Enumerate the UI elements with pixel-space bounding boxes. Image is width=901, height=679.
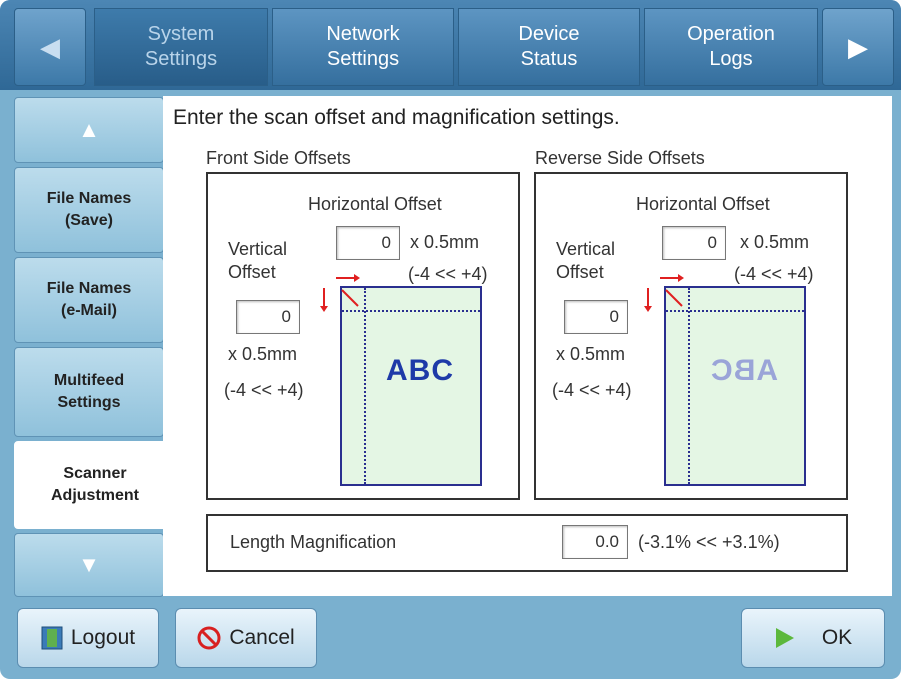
vertical-range-label: (-4 << +4) xyxy=(552,380,632,400)
horizontal-unit-label: x 0.5mm xyxy=(410,232,480,252)
sidebar-item-file-names-email[interactable]: File Names (e-Mail) xyxy=(14,257,164,343)
app-window: ◀ System Settings Network Settings Devic… xyxy=(0,0,901,679)
vertical-offset-label: Vertical Offset xyxy=(556,239,616,283)
reverse-side-title: Reverse Side Offsets xyxy=(535,148,705,168)
tab-operation-logs[interactable]: Operation Logs xyxy=(644,8,818,86)
front-side-offsets-box: Horizontal Offset x 0.5mm (-4 << +4) Ver… xyxy=(206,172,520,500)
tab-scroll-right-button[interactable]: ▶ xyxy=(822,8,894,86)
triangle-left-icon: ◀ xyxy=(40,31,60,62)
content-panel: Enter the scan offset and magnification … xyxy=(163,96,892,596)
vertical-offset-label: Vertical Offset xyxy=(228,239,288,283)
sample-text: ABC xyxy=(386,354,454,387)
horizontal-range-label: (-4 << +4) xyxy=(734,264,814,284)
length-magnification-input[interactable] xyxy=(562,525,628,559)
sidebar-item-label: File Names (e-Mail) xyxy=(46,280,132,319)
cancel-icon xyxy=(197,626,221,650)
length-magnification-box: Length Magnification (-3.1% << +3.1%) xyxy=(206,514,848,572)
sidebar-scroll-up-button[interactable]: ▲ xyxy=(14,97,164,163)
logout-label: Logout xyxy=(70,626,136,649)
front-vertical-offset-input[interactable] xyxy=(236,300,300,334)
horizontal-offset-label: Horizontal Offset xyxy=(636,194,770,214)
horizontal-offset-label: Horizontal Offset xyxy=(308,194,442,214)
sidebar-item-scanner-adjustment[interactable]: Scanner Adjustment xyxy=(14,441,176,529)
length-magnification-label: Length Magnification xyxy=(230,532,397,552)
tab-system-settings[interactable]: System Settings xyxy=(94,8,268,86)
cancel-button[interactable]: Cancel xyxy=(175,608,317,668)
triangle-up-icon: ▲ xyxy=(78,117,100,143)
triangle-down-icon: ▼ xyxy=(78,552,100,578)
tab-label: Network Settings xyxy=(326,23,400,70)
ok-label: OK xyxy=(821,626,853,649)
tab-scroll-left-button[interactable]: ◀ xyxy=(14,8,86,86)
ok-button[interactable]: OK xyxy=(741,608,885,668)
offset-arrows-icon xyxy=(320,274,360,312)
tab-device-status[interactable]: Device Status xyxy=(458,8,640,86)
reverse-vertical-offset-input[interactable] xyxy=(564,300,628,334)
logout-button[interactable]: Logout xyxy=(17,608,159,668)
sidebar-item-multifeed-settings[interactable]: Multifeed Settings xyxy=(14,347,164,437)
sidebar-item-file-names-save[interactable]: File Names (Save) xyxy=(14,167,164,253)
tab-label: Operation Logs xyxy=(687,23,775,70)
reverse-horizontal-offset-input[interactable] xyxy=(662,226,726,260)
tab-label: System Settings xyxy=(144,23,218,70)
sidebar-item-label: Scanner Adjustment xyxy=(51,465,139,504)
front-horizontal-offset-input[interactable] xyxy=(336,226,400,260)
sidebar-item-label: Multifeed Settings xyxy=(53,372,125,411)
play-arrow-icon xyxy=(775,628,794,648)
tab-network-settings[interactable]: Network Settings xyxy=(272,8,454,86)
offset-arrows-icon xyxy=(644,274,684,312)
instruction-text: Enter the scan offset and magnification … xyxy=(173,106,620,129)
sidebar-item-label: File Names (Save) xyxy=(46,190,132,229)
vertical-range-label: (-4 << +4) xyxy=(224,380,304,400)
sample-text-mirrored: ABC xyxy=(710,354,778,387)
vertical-unit-label: x 0.5mm xyxy=(228,344,298,364)
horizontal-unit-label: x 0.5mm xyxy=(740,232,810,252)
length-magnification-range: (-3.1% << +3.1%) xyxy=(638,532,780,552)
cancel-label: Cancel xyxy=(229,626,295,649)
door-icon xyxy=(41,626,63,650)
reverse-side-offsets-box: Horizontal Offset x 0.5mm (-4 << +4) Ver… xyxy=(534,172,848,500)
tab-label: Device Status xyxy=(518,23,580,70)
top-tab-bar: ◀ System Settings Network Settings Devic… xyxy=(0,0,901,90)
front-side-title: Front Side Offsets xyxy=(206,148,351,168)
sidebar-scroll-down-button[interactable]: ▼ xyxy=(14,533,164,597)
vertical-unit-label: x 0.5mm xyxy=(556,344,626,364)
horizontal-range-label: (-4 << +4) xyxy=(408,264,488,284)
triangle-right-icon: ▶ xyxy=(848,31,868,62)
